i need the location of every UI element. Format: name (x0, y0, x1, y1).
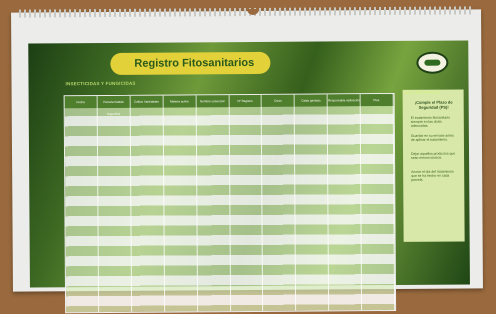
column-header: Parcela tratada Superficie (97, 95, 131, 116)
photo-scene: 7 Registro Fitosanitarios INSECTICIDAS Y… (0, 0, 496, 314)
column-header: Nº Registro (229, 94, 263, 108)
table-grid-lines (64, 105, 396, 313)
green-sheet: 7 Registro Fitosanitarios INSECTICIDAS Y… (28, 40, 470, 314)
column-header: Responsable aplicación (327, 94, 361, 107)
important-box (402, 89, 465, 242)
important-line: Anotar el día del tratamiento que se ha … (411, 169, 454, 182)
column-header: Fecha (64, 96, 98, 109)
column-header: Plaz. (360, 93, 394, 107)
column-header: Caldo gastado (294, 94, 328, 107)
important-subtitle: ¡Cumple el Plazo de Seguridad (PS)! (414, 99, 453, 110)
important-heading: MUY IMPORTANTE (404, 89, 441, 95)
column-header: Materia activa (163, 95, 197, 108)
important-line: El tratamiento fitosanitario siempre en … (410, 115, 450, 128)
calendar-page: 7 Registro Fitosanitarios INSECTICIDAS Y… (11, 6, 483, 314)
column-header: Dosis (262, 94, 296, 107)
column-header: Cultivo Variedades (130, 95, 164, 108)
page-title: Registro Fitosanitarios (110, 51, 271, 75)
important-line: Guardar en su envase antes de aplicar el… (410, 133, 454, 142)
logo-badge (416, 51, 449, 74)
section-label: INSECTICIDAS Y FUNGICIDAS (65, 80, 136, 87)
records-table: Fecha Parcela tratada Superficie Cultivo… (63, 92, 397, 314)
important-line: Dejar aquellos productos que sean menos … (411, 151, 456, 160)
column-header: Nombre comercial (196, 95, 230, 108)
